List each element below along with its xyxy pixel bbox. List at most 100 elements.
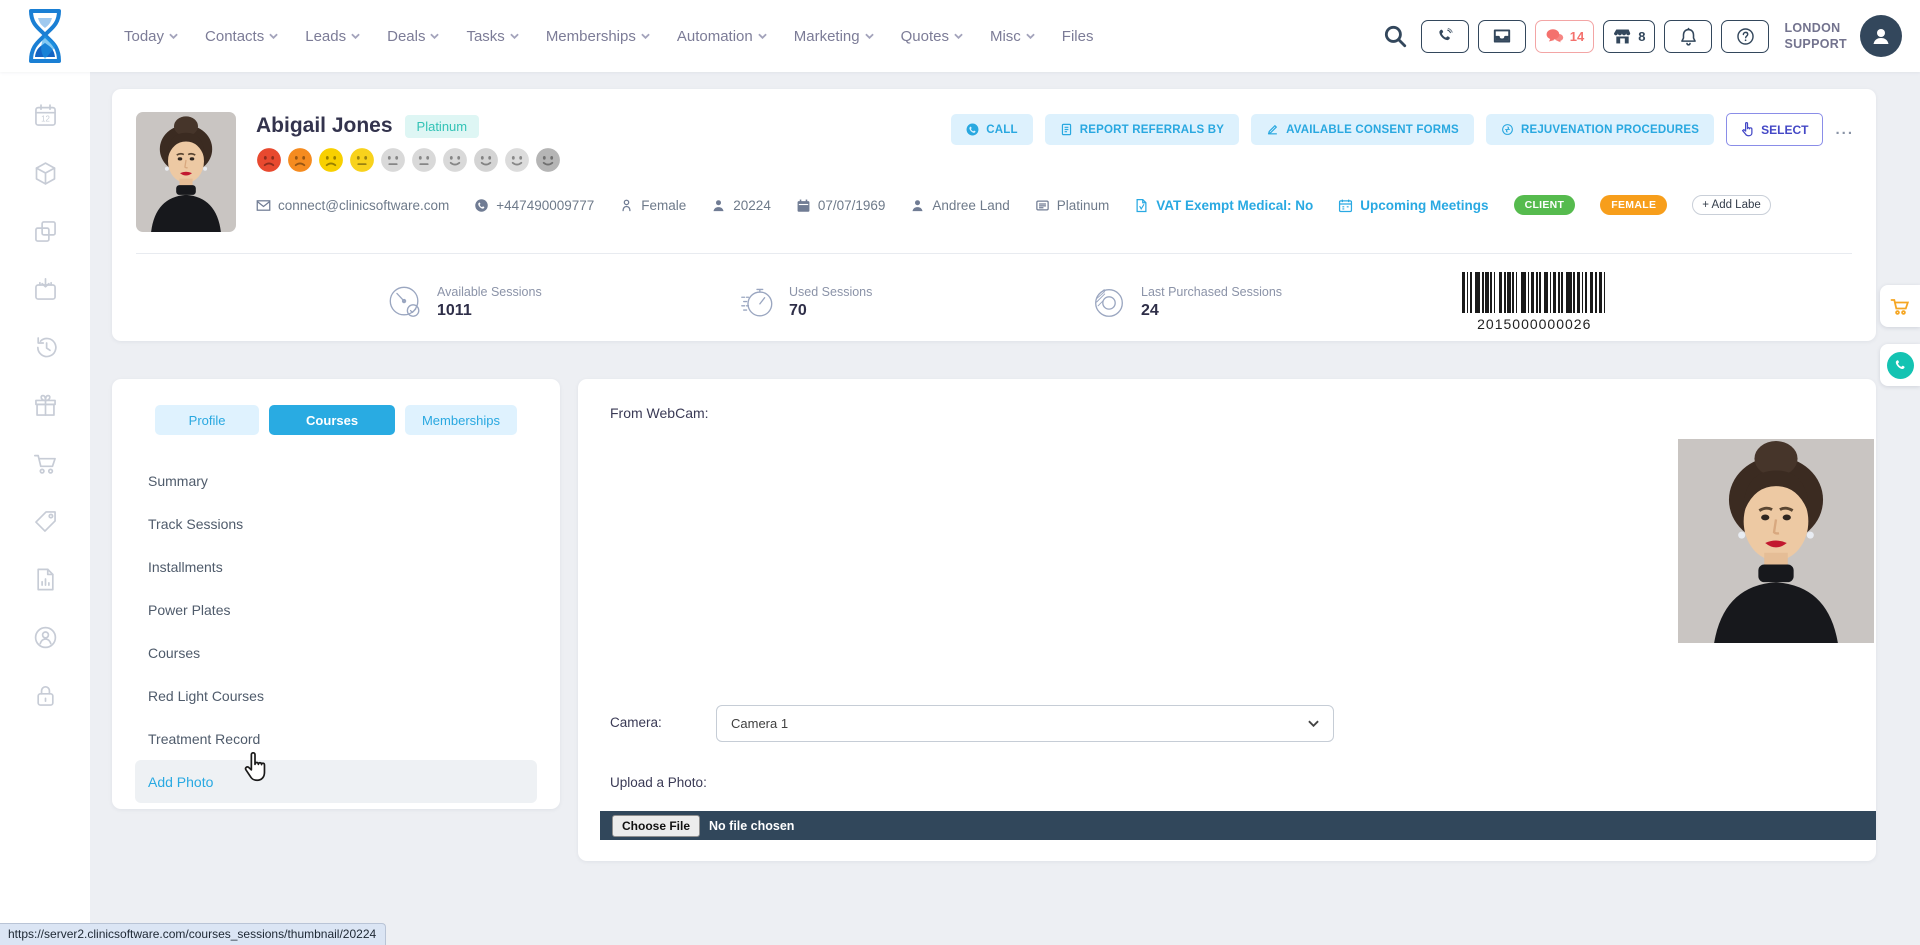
copy-icon[interactable] [32, 218, 59, 245]
nav-item-memberships[interactable]: Memberships [546, 28, 650, 45]
notifications-button[interactable] [1664, 20, 1712, 53]
assigned-icon [910, 198, 925, 213]
floating-phone-button[interactable] [1880, 344, 1920, 386]
client-phone[interactable]: +447490009777 [474, 198, 594, 213]
icon-sidebar: 12 [0, 72, 90, 945]
more-options-button[interactable]: ... [1835, 121, 1854, 138]
package-icon[interactable] [32, 160, 59, 187]
gift-icon[interactable] [32, 392, 59, 419]
upcoming-meetings-link[interactable]: Upcoming Meetings [1338, 198, 1488, 213]
history-icon[interactable] [32, 334, 59, 361]
menu-item-red-light-courses[interactable]: Red Light Courses [135, 674, 537, 717]
add-photo-panel: From WebCam: [578, 379, 1876, 861]
nav-item-automation[interactable]: Automation [677, 28, 767, 45]
user-icon [1869, 24, 1893, 48]
report-referrals-button[interactable]: REPORT REFERRALS BY [1045, 114, 1239, 145]
chat-bubbles-icon [1545, 28, 1564, 44]
menu-item-add-photo[interactable]: Add Photo [135, 760, 537, 803]
nav-item-tasks[interactable]: Tasks [466, 28, 518, 45]
vat-icon [1134, 198, 1149, 213]
client-name: Abigail Jones [256, 114, 393, 138]
chevron-down-icon [351, 33, 360, 39]
client-header-card: Abigail Jones Platinum connect@clinicsof… [112, 89, 1876, 341]
svg-text:12: 12 [41, 115, 50, 124]
no-file-chosen-text: No file chosen [709, 819, 794, 833]
help-button[interactable] [1721, 20, 1769, 53]
chevron-down-icon [269, 33, 278, 39]
mood-face-10-icon[interactable] [535, 147, 561, 173]
phone-icon [474, 198, 489, 213]
mood-face-4-icon[interactable] [349, 147, 375, 173]
store-icon [1613, 28, 1632, 45]
dialer-button[interactable] [1421, 20, 1469, 53]
chevron-down-icon [758, 33, 767, 39]
gender-icon [619, 198, 634, 213]
clinicsoftware-logo-icon[interactable] [26, 9, 64, 63]
account-icon[interactable] [32, 624, 59, 651]
stopwatch-icon [738, 283, 776, 321]
select-button[interactable]: SELECT [1726, 113, 1823, 146]
membership-icon [1035, 198, 1050, 213]
calendar-icon[interactable]: 12 [32, 102, 59, 129]
mood-face-8-icon[interactable] [473, 147, 499, 173]
add-label-button[interactable]: + Add Labe [1692, 195, 1771, 215]
tab-profile[interactable]: Profile [155, 405, 259, 435]
tier-badge: Platinum [405, 115, 480, 138]
nav-item-deals[interactable]: Deals [387, 28, 439, 45]
calendar-import-icon[interactable] [32, 276, 59, 303]
vat-exempt-link[interactable]: VAT Exempt Medical: No [1134, 198, 1313, 213]
camera-label: Camera: [610, 715, 662, 730]
mood-face-5-icon[interactable] [380, 147, 406, 173]
mood-face-2-icon[interactable] [287, 147, 313, 173]
nav-item-marketing[interactable]: Marketing [794, 28, 874, 45]
tab-memberships[interactable]: Memberships [405, 405, 517, 435]
camera-select[interactable]: Camera 1 [716, 705, 1334, 742]
nav-item-leads[interactable]: Leads [305, 28, 360, 45]
rejuvenation-procedures-button[interactable]: REJUVENATION PROCEDURES [1486, 114, 1714, 145]
mood-face-6-icon[interactable] [411, 147, 437, 173]
nav-item-contacts[interactable]: Contacts [205, 28, 278, 45]
id-icon [711, 198, 726, 213]
tab-courses[interactable]: Courses [269, 405, 395, 435]
client-email[interactable]: connect@clinicsoftware.com [256, 198, 449, 213]
call-button[interactable]: CALL [951, 114, 1032, 145]
nav-item-today[interactable]: Today [124, 28, 178, 45]
report-icon[interactable] [32, 566, 59, 593]
location-label: LONDON SUPPORT [1784, 20, 1847, 53]
lock-icon[interactable] [32, 682, 59, 709]
chat-notifications-button[interactable]: 14 [1535, 20, 1594, 53]
mood-face-1-icon[interactable] [256, 147, 282, 173]
user-avatar[interactable] [1860, 15, 1902, 57]
menu-item-track-sessions[interactable]: Track Sessions [135, 502, 537, 545]
mood-face-9-icon[interactable] [504, 147, 530, 173]
nav-item-misc[interactable]: Misc [990, 28, 1035, 45]
chevron-down-icon [1308, 720, 1319, 727]
client-id: 20224 [711, 198, 771, 213]
menu-item-treatment-record[interactable]: Treatment Record [135, 717, 537, 760]
topbar-actions: 14 8 LONDON SUPPORT [1382, 15, 1902, 57]
menu-item-power-plates[interactable]: Power Plates [135, 588, 537, 631]
profile-tabs: Profile Courses Memberships [135, 405, 537, 435]
inbox-button[interactable] [1478, 20, 1526, 53]
label-pill-female: FEMALE [1600, 195, 1667, 215]
menu-item-summary[interactable]: Summary [135, 459, 537, 502]
search-icon[interactable] [1382, 23, 1408, 49]
mood-face-3-icon[interactable] [318, 147, 344, 173]
store-button[interactable]: 8 [1603, 20, 1655, 53]
menu-item-installments[interactable]: Installments [135, 545, 537, 588]
consent-forms-button[interactable]: AVAILABLE CONSENT FORMS [1251, 114, 1474, 145]
floating-cart-button[interactable] [1880, 285, 1920, 327]
menu-item-courses[interactable]: Courses [135, 631, 537, 674]
store-count-badge: 8 [1638, 29, 1645, 44]
mood-face-7-icon[interactable] [442, 147, 468, 173]
gauge-icon [386, 283, 424, 321]
courses-menu: Summary Track Sessions Installments Powe… [135, 459, 537, 803]
file-upload-bar: Choose File No file chosen [600, 811, 1876, 840]
webcam-preview-photo [1678, 439, 1874, 643]
nav-item-files[interactable]: Files [1062, 28, 1094, 45]
nav-item-quotes[interactable]: Quotes [901, 28, 963, 45]
choose-file-button[interactable]: Choose File [612, 815, 700, 837]
price-tag-icon[interactable] [32, 508, 59, 535]
cart-icon[interactable] [32, 450, 59, 477]
email-icon [256, 198, 271, 213]
